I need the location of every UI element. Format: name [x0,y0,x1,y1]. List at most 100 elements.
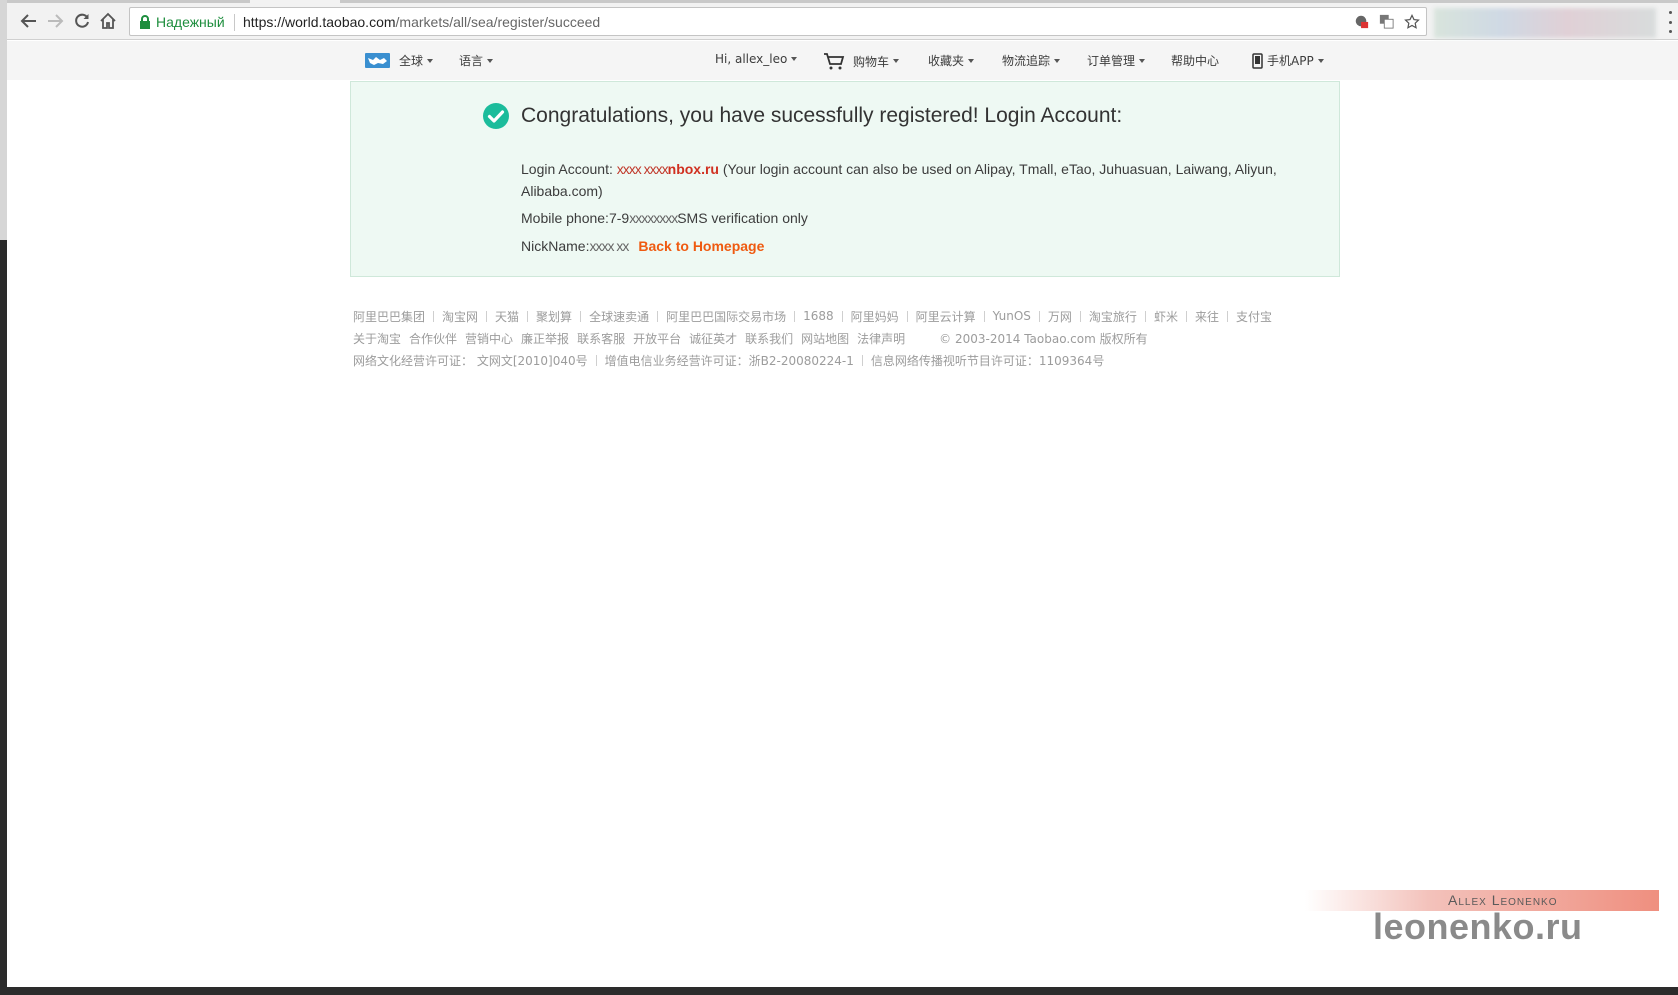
mobile-phone-line: Mobile phone:7-9xxxxxxxxSMS verification… [521,207,808,229]
favorites-label: 收藏夹 [928,54,965,68]
caret-down-icon [1317,58,1324,63]
nickname-line: NickName:xxxx xx Back to Homepage [521,235,764,257]
site-top-nav: 全球 语言 Hi, allex_leo 购物车 收藏夹 物流追踪 订单管理 帮助… [7,41,1678,80]
footer-link[interactable]: 虾米 [1154,308,1178,325]
footer-license[interactable]: 信息网络传播视听节目许可证：1109364号 [871,352,1104,369]
mobile-app-menu[interactable]: 手机APP [1252,52,1324,69]
footer-link[interactable]: 阿里云计算 [916,308,976,325]
browser-menu-icon[interactable] [1663,11,1677,33]
caret-down-icon [487,58,494,63]
cart-icon [824,53,845,70]
redacted-login: xxxx xxxx [616,161,669,177]
login-account-line: Login Account: xxxx xxxxnbox.ru (Your lo… [521,158,1321,202]
footer-link[interactable]: YunOS [993,309,1031,323]
footer-separator [595,354,597,366]
arrow-right-icon [48,14,64,28]
browser-window: Надежный https://world.taobao.com/market… [0,0,1678,995]
language-dropdown[interactable]: 语言 [459,52,494,69]
footer-link[interactable]: 联系客服 [577,330,625,347]
back-button[interactable] [17,9,41,33]
footer-link[interactable]: 关于淘宝 [353,330,401,347]
window-frame-left-dark [0,240,7,995]
footer-license[interactable]: 增值电信业务经营许可证：浙B2-20080224-1 [605,352,854,369]
address-bar[interactable]: Надежный https://world.taobao.com/market… [129,7,1427,36]
user-menu[interactable]: Hi, allex_leo [715,52,798,66]
cart-label: 购物车 [853,54,890,69]
login-domain: nbox.ru [667,161,719,177]
footer-link[interactable]: 聚划算 [536,308,572,325]
footer-separator [861,354,863,366]
caret-down-icon [791,57,798,61]
orders-label: 订单管理 [1087,54,1136,68]
login-account-label: Login Account: [521,161,617,177]
mobile-phone-note: SMS verification only [677,210,808,226]
mobile-phone-label: Mobile phone:7-9 [521,210,630,226]
arrow-left-icon [20,14,36,28]
footer-separator [1079,310,1081,322]
cart-menu[interactable]: 购物车 [823,52,900,70]
footer-link[interactable]: 来往 [1195,308,1219,325]
language-label: 语言 [459,54,484,68]
footer-link[interactable]: 廉正举报 [521,330,569,347]
region-label: 全球 [399,54,424,68]
footer-separator [433,310,435,322]
success-title: Congratulations, you have sucessfully re… [521,104,1123,127]
footer-separator [794,310,796,322]
logistics-label: 物流追踪 [1002,54,1051,68]
footer-separator [906,310,908,322]
footer-separator [983,310,985,322]
profile-area[interactable] [1434,8,1656,38]
back-to-homepage-link[interactable]: Back to Homepage [638,238,764,254]
footer-link[interactable]: 营销中心 [465,330,513,347]
bookmark-star-icon[interactable] [1403,13,1420,30]
footer-separator [1144,310,1146,322]
footer-link[interactable]: 万网 [1048,308,1072,325]
footer-link[interactable]: 天猫 [495,308,519,325]
forward-button[interactable] [43,9,67,33]
footer-link[interactable]: 合作伙伴 [409,330,457,347]
redacted-phone: xxxxxxxx [629,210,678,226]
caret-down-icon [1139,58,1146,63]
footer-separator [486,310,488,322]
footer-link[interactable]: 1688 [803,309,834,323]
home-button[interactable] [96,9,120,33]
footer-link[interactable]: 阿里巴巴国际交易市场 [666,308,786,325]
url-text[interactable]: https://world.taobao.com/markets/all/sea… [243,14,600,30]
footer-link[interactable]: 诚征英才 [689,330,737,347]
footer-links-row-2: 关于淘宝 合作伙伴 营销中心 廉正举报 联系客服 开放平台 诚征英才 联系我们 网站地图 法律声明… [353,327,1272,349]
region-dropdown[interactable]: 全球 [399,52,434,69]
footer-link[interactable]: 淘宝网 [442,308,478,325]
nickname-label: NickName: [521,238,590,254]
caret-down-icon [427,58,434,63]
address-separator [234,14,235,31]
address-bar-actions [1353,13,1420,30]
footer-link[interactable]: 阿里妈妈 [851,308,899,325]
site-footer: 阿里巴巴集团 淘宝网 天猫 聚划算 全球速卖通 阿里巴巴国际交易市场 1688 阿里妈妈 阿里云… [353,305,1272,371]
footer-link[interactable]: 阿里巴巴集团 [353,308,425,325]
help-label: 帮助中心 [1171,54,1220,68]
footer-link[interactable]: 支付宝 [1236,308,1272,325]
check-circle-icon [483,103,509,129]
lock-icon [140,15,150,29]
footer-link[interactable]: 全球速卖通 [589,308,649,325]
window-frame-bottom [0,987,1678,995]
translate-icon[interactable] [1378,13,1395,30]
footer-separator [1226,310,1228,322]
footer-link[interactable]: 网站地图 [801,330,849,347]
footer-link[interactable]: 淘宝旅行 [1089,308,1137,325]
footer-link[interactable]: 开放平台 [633,330,681,347]
footer-separator [1185,310,1187,322]
footer-link[interactable]: 法律声明 [857,330,905,347]
blocked-popup-icon[interactable] [1353,13,1370,30]
reload-button[interactable] [70,9,94,33]
footer-link[interactable]: 联系我们 [745,330,793,347]
phone-icon [1252,52,1263,69]
globe-flag-icon [365,53,390,68]
footer-license[interactable]: 网络文化经营许可证： 文网文[2010]040号 [353,352,588,369]
help-center-link[interactable]: 帮助中心 [1171,52,1219,69]
home-icon [100,12,116,29]
orders-menu[interactable]: 订单管理 [1087,52,1146,69]
logistics-menu[interactable]: 物流追踪 [1002,52,1061,69]
registration-success-panel: Congratulations, you have sucessfully re… [350,81,1340,277]
favorites-menu[interactable]: 收藏夹 [928,52,975,69]
